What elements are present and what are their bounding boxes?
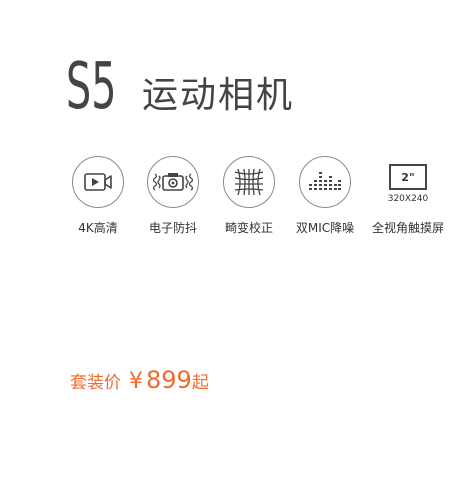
- price-value: 899: [146, 366, 192, 394]
- feature-label: 全视角触摸屏: [371, 221, 444, 235]
- feature-label: 双MIC降噪: [295, 221, 355, 235]
- video-camera-icon: [72, 156, 124, 208]
- feature-list: 4K高清 电子防抖 畸变校正 双MIC降噪 2" 320X240 全视角触摸屏: [66, 156, 458, 246]
- product-title: S5 运动相机: [66, 52, 294, 122]
- product-name: 运动相机: [142, 75, 295, 116]
- feature-label: 4K高清: [78, 221, 118, 235]
- touchscreen-icon: 2" 320X240: [368, 156, 448, 208]
- price-currency: ¥: [129, 369, 143, 394]
- feature-label: 畸变校正: [224, 221, 273, 235]
- screen-size: 2": [401, 170, 415, 184]
- feature-touchscreen: 2" 320X240 全视角触摸屏: [368, 156, 448, 236]
- price-label: 套装价: [70, 373, 121, 393]
- equalizer-icon: [299, 156, 351, 208]
- screen-frame: 2": [389, 164, 427, 190]
- feature-stabilization: 电子防抖: [133, 156, 213, 236]
- feature-distortion: 畸变校正: [209, 156, 289, 236]
- stabilized-camera-icon: [147, 156, 199, 208]
- model-name: S5: [66, 50, 117, 124]
- price-suffix: 起: [191, 373, 209, 393]
- feature-4k: 4K高清: [58, 156, 138, 236]
- feature-dual-mic: 双MIC降噪: [285, 156, 365, 236]
- distortion-grid-icon: [223, 156, 275, 208]
- screen-resolution: 320X240: [387, 194, 429, 204]
- price-line: 套装价 ¥ 899 起: [70, 366, 209, 394]
- feature-label: 电子防抖: [148, 221, 197, 235]
